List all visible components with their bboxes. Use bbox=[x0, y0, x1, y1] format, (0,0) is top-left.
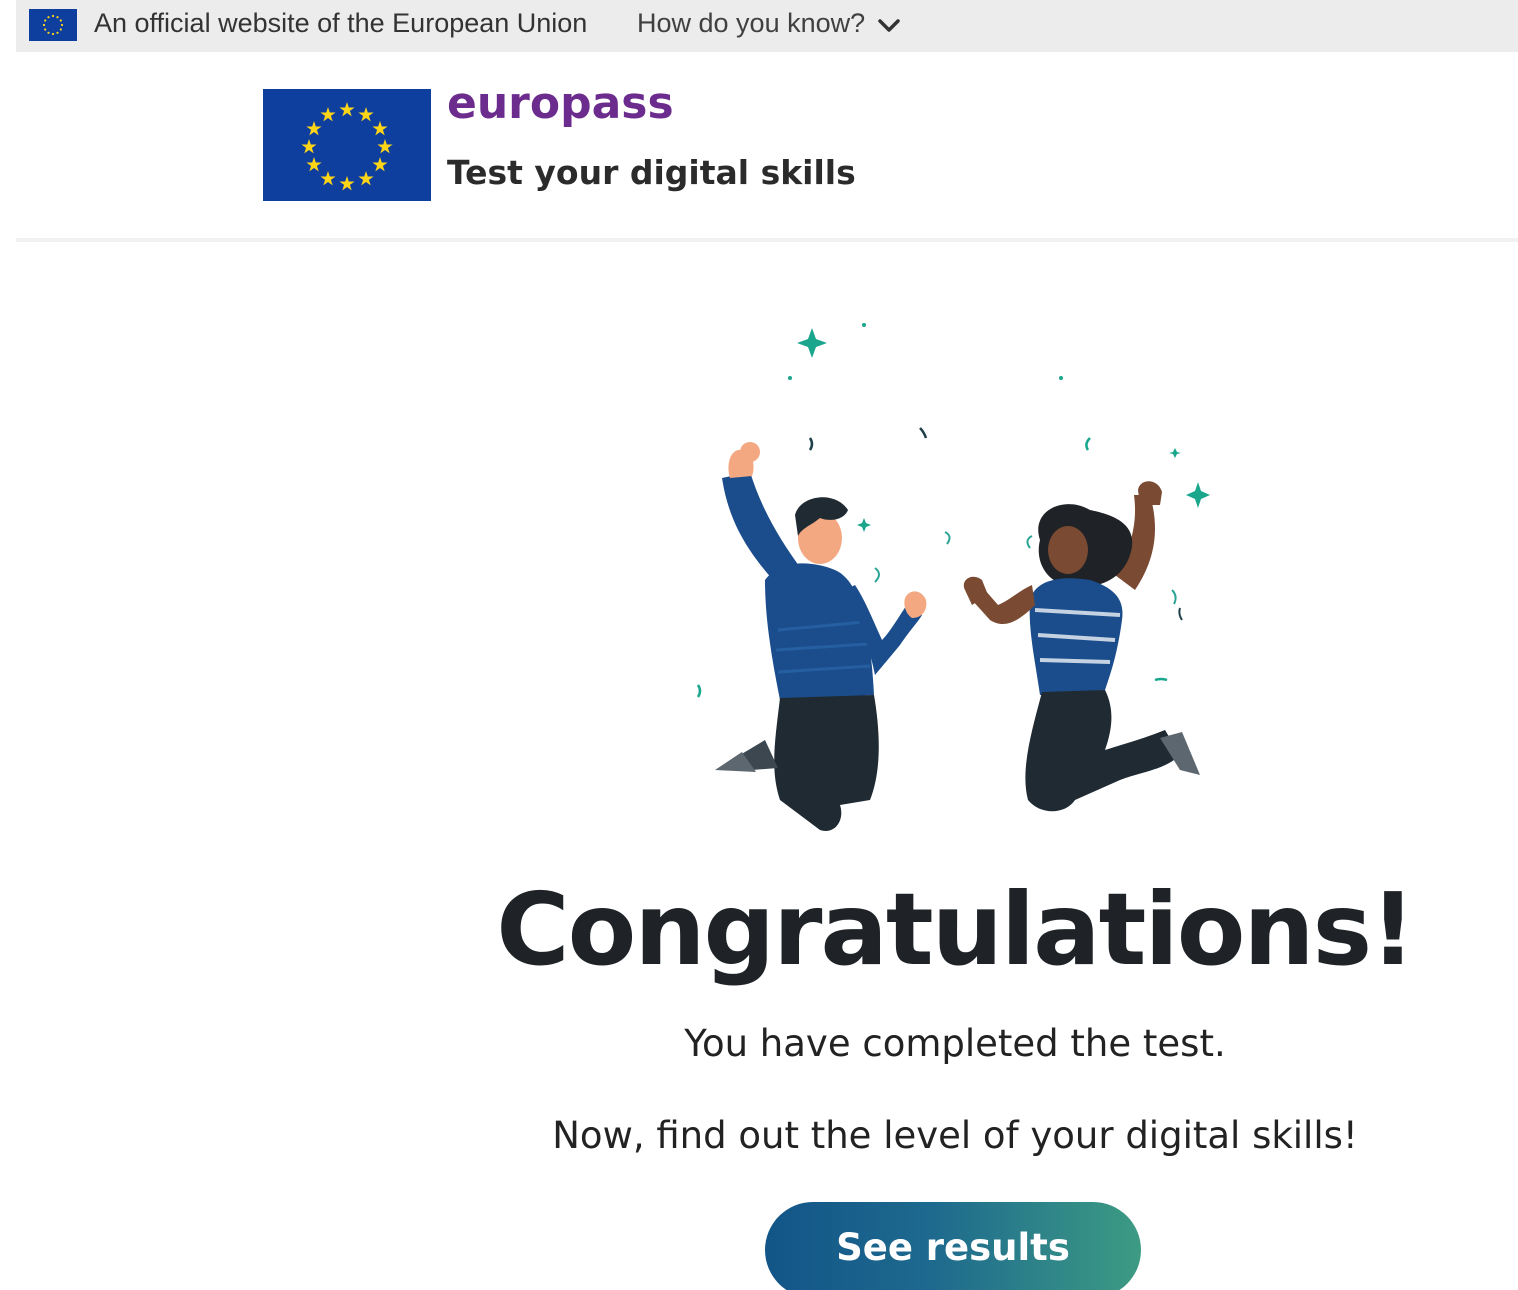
find-out-message: Now, find out the level of your digital … bbox=[552, 1114, 1358, 1157]
eu-flag-logo[interactable] bbox=[263, 89, 431, 201]
page: An official website of the European Unio… bbox=[0, 0, 1518, 1290]
how-do-you-know-toggle[interactable]: How do you know? bbox=[637, 8, 901, 39]
celebrating-people-illustration bbox=[696, 323, 1210, 831]
man-figure bbox=[715, 442, 927, 831]
official-website-text: An official website of the European Unio… bbox=[94, 8, 588, 38]
see-results-button[interactable]: See results bbox=[765, 1202, 1141, 1290]
site-subtitle: Test your digital skills bbox=[447, 153, 856, 192]
how-do-you-know-label: How do you know? bbox=[637, 8, 866, 38]
chevron-down-icon bbox=[878, 18, 900, 32]
eu-official-banner: An official website of the European Unio… bbox=[16, 0, 1518, 52]
europass-brand[interactable]: europass bbox=[447, 82, 674, 126]
site-header: europass Test your digital skills bbox=[16, 52, 1518, 242]
woman-figure bbox=[963, 481, 1200, 812]
eu-flag-icon bbox=[29, 9, 77, 41]
completed-message: You have completed the test. bbox=[684, 1022, 1226, 1065]
congratulations-heading: Congratulations! bbox=[496, 871, 1416, 988]
